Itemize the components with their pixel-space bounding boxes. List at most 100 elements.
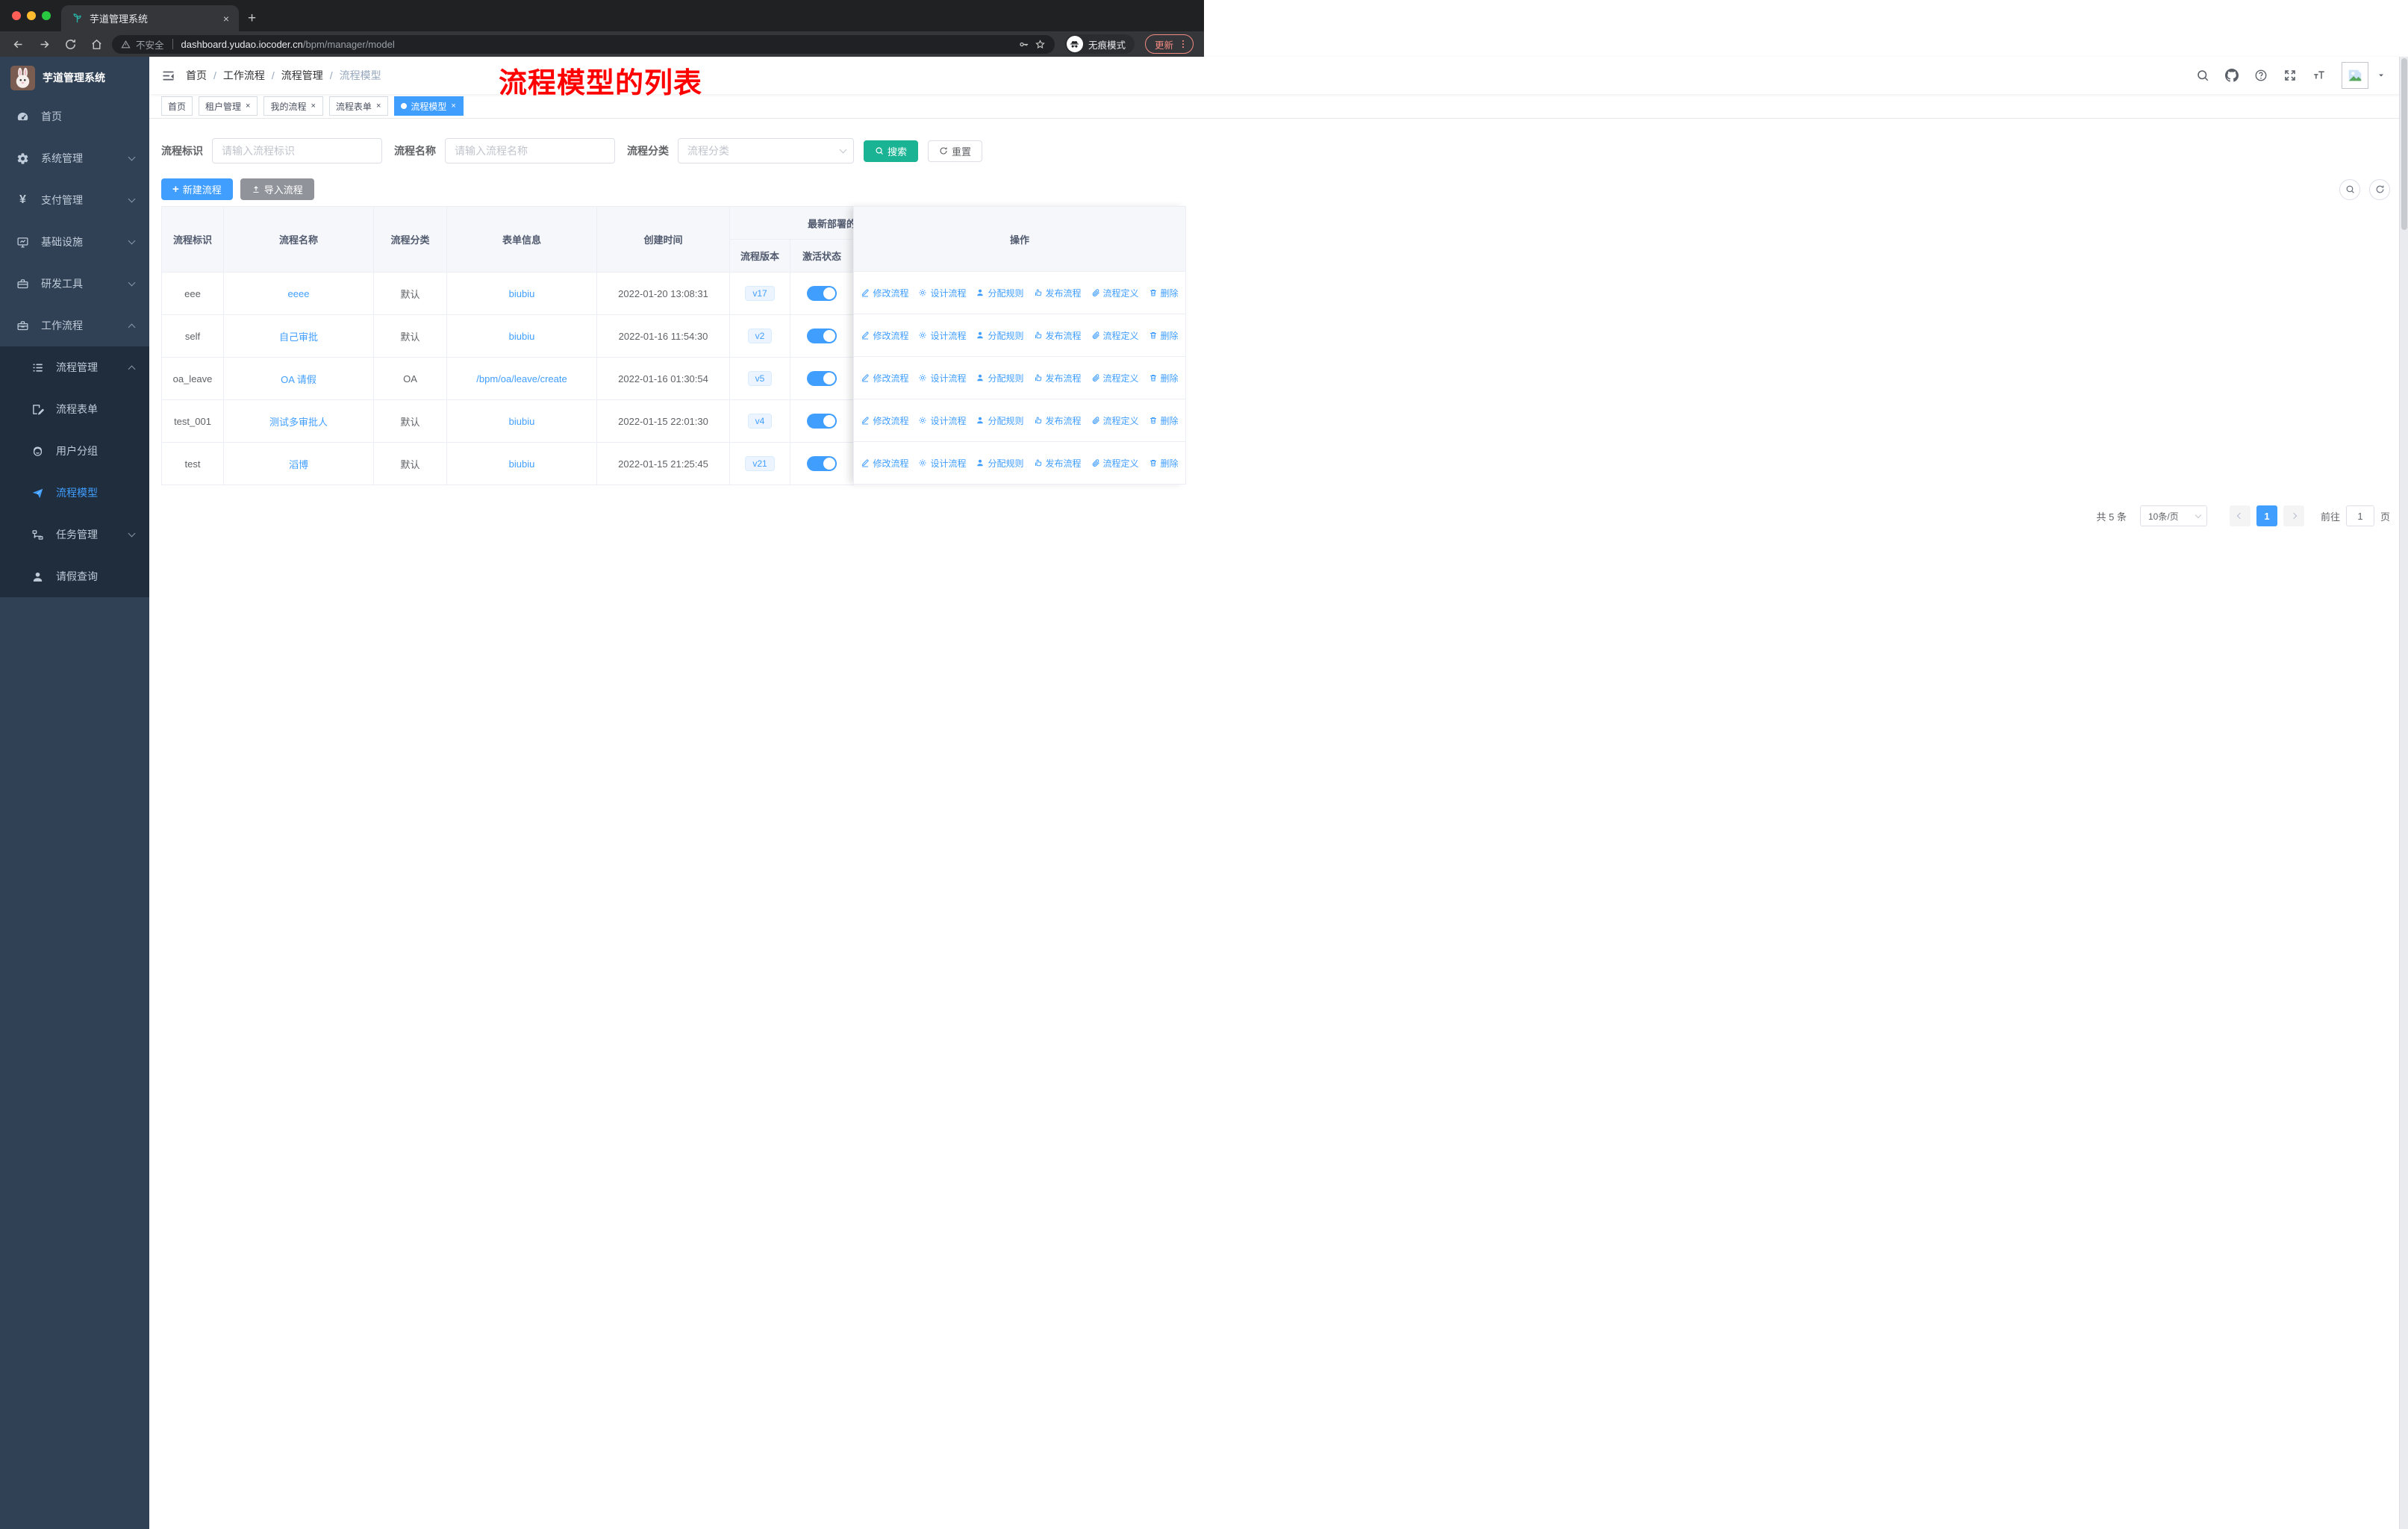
process-name-link[interactable]: 滔博 xyxy=(289,459,308,470)
sidebar-item-infrastructure[interactable]: 基础设施 xyxy=(0,221,149,263)
browser-tab[interactable]: 芋道管理系统 × xyxy=(61,5,239,31)
window-minimize-button[interactable] xyxy=(27,11,36,20)
action-design-process[interactable]: 设计流程 xyxy=(918,457,966,470)
sidebar-item-process-form[interactable]: 流程表单 xyxy=(0,388,149,430)
sidebar-item-leave-query[interactable]: 请假查询 xyxy=(0,555,149,597)
action-edit-process[interactable]: 修改流程 xyxy=(861,372,908,384)
create-process-button[interactable]: + 新建流程 xyxy=(161,178,233,200)
back-icon[interactable] xyxy=(12,38,25,51)
import-process-button[interactable]: 导入流程 xyxy=(240,178,314,200)
reload-icon[interactable] xyxy=(64,38,77,51)
update-button[interactable]: 更新 xyxy=(1144,34,1194,54)
prev-page-button[interactable] xyxy=(2229,505,2251,526)
breadcrumb-process-management[interactable]: 流程管理 xyxy=(281,68,323,83)
action-delete[interactable]: 删除 xyxy=(1149,287,1179,299)
active-toggle[interactable] xyxy=(807,371,837,386)
bookmark-star-icon[interactable] xyxy=(1035,39,1046,50)
process-name-link[interactable]: OA 请假 xyxy=(281,374,316,385)
action-design-process[interactable]: 设计流程 xyxy=(918,329,966,342)
action-assign-rule[interactable]: 分配规则 xyxy=(976,457,1024,470)
page-1-button[interactable]: 1 xyxy=(2256,505,2277,526)
tag-tenant[interactable]: 租户管理 × xyxy=(199,96,258,116)
process-name-input[interactable] xyxy=(445,138,615,164)
fullscreen-icon[interactable] xyxy=(2283,69,2297,82)
forward-icon[interactable] xyxy=(38,38,51,51)
page-scrollbar[interactable] xyxy=(2399,57,2408,1529)
active-toggle[interactable] xyxy=(807,414,837,429)
action-edit-process[interactable]: 修改流程 xyxy=(861,329,908,342)
process-id-input[interactable] xyxy=(212,138,382,164)
breadcrumb-home[interactable]: 首页 xyxy=(186,68,207,83)
action-edit-process[interactable]: 修改流程 xyxy=(861,414,908,427)
window-close-button[interactable] xyxy=(12,11,21,20)
breadcrumb-workflow[interactable]: 工作流程 xyxy=(223,68,265,83)
action-publish-process[interactable]: 发布流程 xyxy=(1034,287,1082,299)
active-toggle[interactable] xyxy=(807,456,837,471)
form-info-link[interactable]: biubiu xyxy=(509,288,535,299)
action-process-definition[interactable]: 流程定义 xyxy=(1091,329,1139,342)
action-process-definition[interactable]: 流程定义 xyxy=(1091,457,1139,470)
action-assign-rule[interactable]: 分配规则 xyxy=(976,287,1024,299)
action-edit-process[interactable]: 修改流程 xyxy=(861,457,908,470)
sidebar-item-payment[interactable]: ¥ 支付管理 xyxy=(0,179,149,221)
sidebar-item-task-management[interactable]: 任务管理 xyxy=(0,514,149,555)
action-publish-process[interactable]: 发布流程 xyxy=(1034,414,1082,427)
tag-process-form[interactable]: 流程表单 × xyxy=(328,96,389,116)
next-page-button[interactable] xyxy=(2283,505,2304,526)
active-toggle[interactable] xyxy=(807,328,837,343)
url-bar[interactable]: 不安全 dashboard.yudao.iocoder.cn/bpm/manag… xyxy=(112,34,1055,54)
menu-kebab-icon[interactable] xyxy=(1178,39,1188,49)
sidebar-item-process-model[interactable]: 流程模型 xyxy=(0,472,149,514)
sidebar-item-user-group[interactable]: 用户分组 xyxy=(0,430,149,472)
tab-close-icon[interactable]: × xyxy=(221,13,231,25)
window-zoom-button[interactable] xyxy=(42,11,51,20)
action-assign-rule[interactable]: 分配规则 xyxy=(976,329,1024,342)
sidebar-item-devtools[interactable]: 研发工具 xyxy=(0,263,149,305)
password-key-icon[interactable] xyxy=(1018,39,1029,50)
form-info-link[interactable]: biubiu xyxy=(509,416,535,427)
sidebar-item-workflow[interactable]: 工作流程 xyxy=(0,305,149,346)
action-assign-rule[interactable]: 分配规则 xyxy=(976,372,1024,384)
show-search-button[interactable] xyxy=(2339,178,2360,200)
page-size-select[interactable]: 10条/页 xyxy=(2139,505,2207,526)
action-publish-process[interactable]: 发布流程 xyxy=(1034,372,1082,384)
tag-my-process[interactable]: 我的流程 × xyxy=(263,96,323,116)
action-design-process[interactable]: 设计流程 xyxy=(918,414,966,427)
sidebar-item-home[interactable]: 首页 xyxy=(0,96,149,137)
action-publish-process[interactable]: 发布流程 xyxy=(1034,457,1082,470)
form-info-link[interactable]: /bpm/oa/leave/create xyxy=(476,373,567,384)
action-delete[interactable]: 删除 xyxy=(1149,414,1179,427)
search-icon[interactable] xyxy=(2196,69,2209,82)
help-icon[interactable] xyxy=(2254,69,2268,82)
action-delete[interactable]: 删除 xyxy=(1149,457,1179,470)
refresh-table-button[interactable] xyxy=(2369,178,2390,200)
tag-close-icon[interactable]: × xyxy=(450,102,456,111)
action-process-definition[interactable]: 流程定义 xyxy=(1091,287,1139,299)
user-avatar[interactable] xyxy=(2342,62,2368,89)
process-name-link[interactable]: 测试多审批人 xyxy=(269,417,328,428)
font-size-icon[interactable] xyxy=(2312,69,2326,82)
process-name-link[interactable]: eeee xyxy=(288,288,310,299)
action-delete[interactable]: 删除 xyxy=(1149,329,1179,342)
form-info-link[interactable]: biubiu xyxy=(509,458,535,470)
tag-home[interactable]: 首页 × xyxy=(161,96,193,116)
process-name-link[interactable]: 自己审批 xyxy=(279,331,318,343)
goto-page-input[interactable] xyxy=(2345,505,2374,526)
reset-button[interactable]: 重置 xyxy=(928,140,983,162)
form-info-link[interactable]: biubiu xyxy=(509,331,535,342)
home-icon[interactable] xyxy=(90,38,103,51)
avatar-caret-icon[interactable] xyxy=(2377,71,2386,80)
sidebar-collapse-icon[interactable] xyxy=(161,69,175,83)
sidebar-item-process-management[interactable]: 流程管理 xyxy=(0,346,149,388)
action-design-process[interactable]: 设计流程 xyxy=(918,287,966,299)
action-design-process[interactable]: 设计流程 xyxy=(918,372,966,384)
action-publish-process[interactable]: 发布流程 xyxy=(1034,329,1082,342)
tag-close-icon[interactable]: × xyxy=(310,102,316,111)
tag-close-icon[interactable]: × xyxy=(245,102,251,111)
tag-close-icon[interactable]: × xyxy=(375,102,381,111)
search-button[interactable]: 搜索 xyxy=(864,140,919,162)
action-process-definition[interactable]: 流程定义 xyxy=(1091,372,1139,384)
active-toggle[interactable] xyxy=(807,286,837,301)
new-tab-button[interactable]: + xyxy=(248,10,256,27)
action-assign-rule[interactable]: 分配规则 xyxy=(976,414,1024,427)
